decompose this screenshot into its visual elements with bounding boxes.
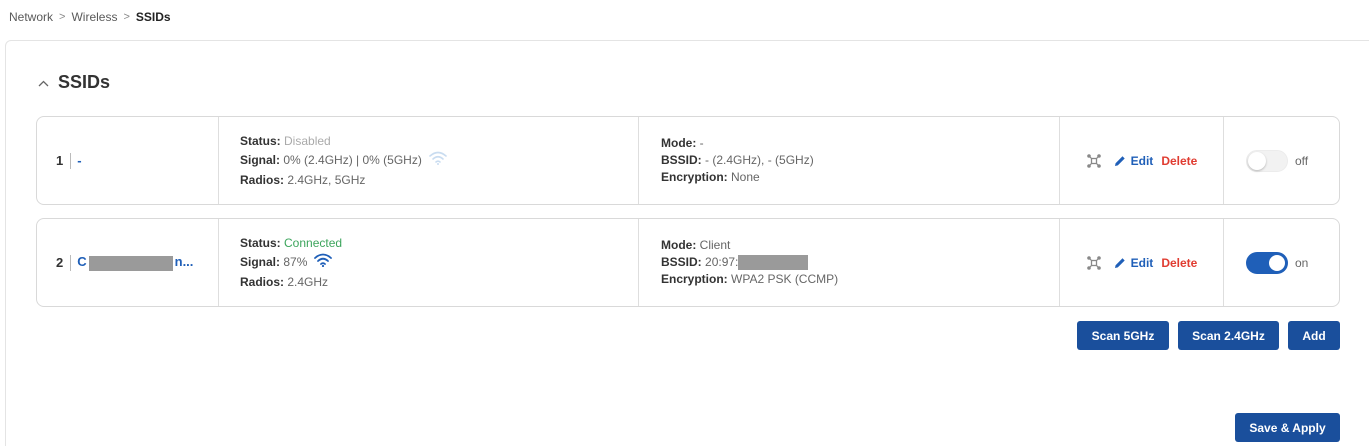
section-title: SSIDs: [58, 72, 111, 92]
status-label: Status:: [240, 133, 281, 148]
chevron-up-icon[interactable]: [38, 76, 49, 90]
encryption-label: Encryption:: [661, 272, 728, 286]
ssid-index: 1: [56, 153, 64, 168]
divider: [70, 254, 72, 271]
ssid-name-prefix: C: [77, 254, 87, 270]
enable-toggle[interactable]: [1246, 149, 1288, 172]
encryption-label: Encryption:: [661, 170, 728, 184]
bssid-label: BSSID:: [661, 255, 702, 269]
edit-button[interactable]: Edit: [1131, 256, 1154, 270]
breadcrumb-separator-icon: >: [123, 11, 130, 23]
ssid-row: 1 - Status: Disabled Signal: 0% (2.4GHz)…: [36, 116, 1340, 205]
radios-value: 2.4GHz, 5GHz: [287, 172, 366, 187]
radios-value: 2.4GHz: [287, 274, 329, 289]
breadcrumb-current: SSIDs: [135, 10, 171, 24]
pencil-icon[interactable]: [1114, 155, 1126, 167]
signal-value: 0% (2.4GHz) | 0% (5GHz): [283, 153, 422, 167]
enable-toggle[interactable]: [1246, 251, 1288, 274]
ssid-status-cell: Status: Disabled Signal: 0% (2.4GHz) | 0…: [219, 117, 639, 204]
toggle-knob: [1248, 151, 1266, 170]
ssid-actions-cell: Edit Delete: [1060, 117, 1224, 204]
edit-button[interactable]: Edit: [1131, 154, 1154, 168]
mode-label: Mode:: [661, 238, 697, 252]
encryption-value: None: [731, 170, 760, 184]
scan-5ghz-button[interactable]: Scan 5GHz: [1077, 321, 1169, 350]
redacted-block: [738, 255, 809, 271]
signal-value: 87%: [283, 255, 308, 269]
signal-label: Signal:: [240, 255, 281, 269]
delete-button[interactable]: Delete: [1161, 256, 1197, 270]
pencil-icon[interactable]: [1114, 257, 1126, 269]
status-label: Status:: [240, 235, 281, 250]
radios-label: Radios:: [240, 274, 285, 289]
scan-icon[interactable]: [1086, 255, 1102, 271]
ssid-toggle-cell: on: [1224, 219, 1339, 306]
toggle-label: on: [1295, 255, 1309, 270]
breadcrumb-network[interactable]: Network: [9, 10, 53, 24]
bssid-label: BSSID:: [661, 153, 702, 167]
bssid-value: 20:97:: [705, 255, 739, 269]
ssid-mode-cell: Mode: - BSSID: - (2.4GHz), - (5GHz) Encr…: [639, 117, 1060, 204]
status-value: Disabled: [284, 133, 331, 148]
ssid-status-cell: Status: Connected Signal: 87% Radios: 2.…: [219, 219, 639, 306]
ssid-name-cell: 2 Cn...: [37, 219, 219, 306]
wifi-icon: [314, 253, 333, 273]
ssid-mode-cell: Mode: Client BSSID: 20:97: Encryption: W…: [639, 219, 1060, 306]
delete-button[interactable]: Delete: [1161, 154, 1197, 168]
add-button[interactable]: Add: [1288, 321, 1340, 350]
redacted-block: [88, 255, 173, 271]
breadcrumb-separator-icon: >: [59, 11, 66, 23]
wifi-icon: [429, 151, 447, 171]
ssid-actions-cell: Edit Delete: [1060, 219, 1224, 306]
ssid-row: 2 Cn... Status: Connected Signal: 87% Ra…: [36, 218, 1340, 307]
ssid-name[interactable]: Cn...: [77, 254, 194, 271]
scan-icon[interactable]: [1086, 153, 1102, 169]
section-header[interactable]: SSIDs: [38, 72, 110, 93]
bssid-value: - (2.4GHz), - (5GHz): [705, 153, 814, 167]
status-value: Connected: [284, 235, 343, 250]
ssid-name[interactable]: -: [77, 153, 81, 168]
scan-2-4ghz-button[interactable]: Scan 2.4GHz: [1178, 321, 1279, 350]
breadcrumb-wireless[interactable]: Wireless: [71, 10, 117, 24]
divider: [70, 152, 72, 169]
breadcrumb: Network > Wireless > SSIDs: [9, 10, 171, 24]
ssid-index: 2: [56, 255, 64, 270]
encryption-value: WPA2 PSK (CCMP): [731, 272, 839, 286]
ssid-name-cell: 1 -: [37, 117, 219, 204]
mode-label: Mode:: [661, 136, 697, 150]
radios-label: Radios:: [240, 172, 285, 187]
ssid-name-suffix: n...: [174, 254, 194, 270]
save-apply-button[interactable]: Save & Apply: [1235, 413, 1340, 442]
signal-label: Signal:: [240, 153, 281, 167]
mode-value: Client: [699, 238, 731, 252]
toggle-label: off: [1295, 153, 1309, 168]
ssid-toggle-cell: off: [1224, 117, 1339, 204]
toggle-knob: [1269, 254, 1285, 271]
mode-value: -: [699, 136, 704, 150]
